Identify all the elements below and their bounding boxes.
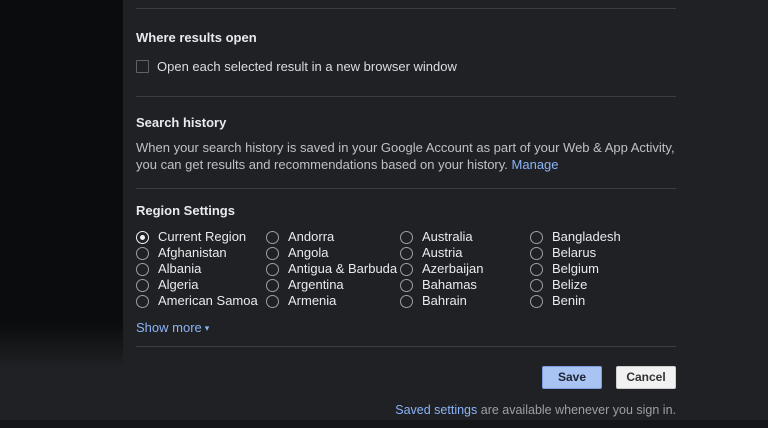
region-grid: Current Region Afghanistan Albania Algeria A… — [136, 231, 676, 307]
region-radio-belarus[interactable]: Belarus — [530, 247, 676, 259]
radio-icon[interactable] — [266, 263, 279, 276]
region-column: Current Region Afghanistan Albania Algeria A… — [136, 231, 266, 307]
region-radio-antigua-barbuda[interactable]: Antigua & Barbuda — [266, 263, 400, 275]
region-radio-bahrain[interactable]: Bahrain — [400, 295, 530, 307]
bottom-black-edge — [0, 420, 768, 428]
search-history-description: When your search history is saved in you… — [136, 139, 676, 173]
region-radio-belize[interactable]: Belize — [530, 279, 676, 291]
checkbox-icon[interactable] — [136, 60, 149, 73]
region-radio-azerbaijan[interactable]: Azerbaijan — [400, 263, 530, 275]
region-radio-argentina[interactable]: Argentina — [266, 279, 400, 291]
signin-caption-text: are available whenever you sign in. — [477, 403, 676, 417]
region-radio-angola[interactable]: Angola — [266, 247, 400, 259]
region-radio-label: Armenia — [288, 295, 336, 307]
show-more-label: Show more — [136, 320, 202, 335]
region-radio-label: Austria — [422, 247, 462, 259]
radio-icon[interactable] — [530, 263, 543, 276]
where-results-open-heading: Where results open — [136, 30, 676, 45]
region-radio-label: Angola — [288, 247, 328, 259]
radio-icon[interactable] — [136, 279, 149, 292]
region-radio-australia[interactable]: Australia — [400, 231, 530, 243]
radio-icon[interactable] — [400, 247, 413, 260]
region-radio-label: Current Region — [158, 231, 246, 243]
region-radio-bahamas[interactable]: Bahamas — [400, 279, 530, 291]
region-radio-label: Afghanistan — [158, 247, 227, 259]
chevron-down-icon: ▾ — [205, 323, 210, 333]
divider — [136, 8, 676, 9]
radio-icon[interactable] — [400, 295, 413, 308]
radio-icon[interactable] — [400, 231, 413, 244]
region-radio-andorra[interactable]: Andorra — [266, 231, 400, 243]
region-radio-austria[interactable]: Austria — [400, 247, 530, 259]
region-radio-current-region[interactable]: Current Region — [136, 231, 266, 243]
region-column: Andorra Angola Antigua & Barbuda Argentina A… — [266, 231, 400, 307]
region-radio-label: Bangladesh — [552, 231, 621, 243]
divider — [136, 96, 676, 97]
search-history-heading: Search history — [136, 115, 676, 130]
region-radio-american-samoa[interactable]: American Samoa — [136, 295, 266, 307]
region-radio-label: Bahrain — [422, 295, 467, 307]
region-radio-label: Bahamas — [422, 279, 477, 291]
region-radio-belgium[interactable]: Belgium — [530, 263, 676, 275]
region-radio-label: Belgium — [552, 263, 599, 275]
radio-icon[interactable] — [530, 247, 543, 260]
settings-content: Where results open Open each selected re… — [136, 0, 676, 418]
region-column: Australia Austria Azerbaijan Bahamas Bahrain — [400, 231, 530, 307]
region-radio-label: Belarus — [552, 247, 596, 259]
region-column: Bangladesh Belarus Belgium Belize Benin — [530, 231, 676, 307]
radio-icon[interactable] — [136, 231, 149, 244]
manage-link[interactable]: Manage — [512, 157, 559, 172]
radio-icon[interactable] — [266, 279, 279, 292]
new-window-checkbox-label: Open each selected result in a new brows… — [157, 59, 457, 74]
region-radio-label: Antigua & Barbuda — [288, 263, 397, 275]
left-black-panel — [0, 0, 123, 368]
radio-icon[interactable] — [530, 295, 543, 308]
region-radio-label: Argentina — [288, 279, 344, 291]
new-window-checkbox-row[interactable]: Open each selected result in a new brows… — [136, 59, 676, 74]
region-radio-label: Belize — [552, 279, 587, 291]
radio-icon[interactable] — [266, 295, 279, 308]
save-button[interactable]: Save — [542, 366, 602, 389]
action-buttons: Save Cancel — [136, 366, 676, 389]
divider — [136, 346, 676, 347]
radio-icon[interactable] — [136, 263, 149, 276]
saved-settings-link[interactable]: Saved settings — [395, 403, 477, 417]
region-radio-label: Algeria — [158, 279, 198, 291]
show-more-link[interactable]: Show more▾ — [136, 320, 209, 336]
radio-icon[interactable] — [136, 295, 149, 308]
radio-icon[interactable] — [400, 263, 413, 276]
region-radio-afghanistan[interactable]: Afghanistan — [136, 247, 266, 259]
radio-icon[interactable] — [266, 231, 279, 244]
signin-caption: Saved settings are available whenever yo… — [136, 403, 676, 418]
radio-icon[interactable] — [266, 247, 279, 260]
region-settings-heading: Region Settings — [136, 203, 676, 218]
region-radio-label: Andorra — [288, 231, 334, 243]
radio-icon[interactable] — [530, 231, 543, 244]
region-radio-label: Azerbaijan — [422, 263, 483, 275]
region-radio-albania[interactable]: Albania — [136, 263, 266, 275]
radio-icon[interactable] — [400, 279, 413, 292]
region-radio-bangladesh[interactable]: Bangladesh — [530, 231, 676, 243]
region-radio-label: Albania — [158, 263, 201, 275]
divider — [136, 188, 676, 189]
radio-icon[interactable] — [136, 247, 149, 260]
cancel-button[interactable]: Cancel — [616, 366, 676, 389]
region-radio-benin[interactable]: Benin — [530, 295, 676, 307]
region-radio-label: Benin — [552, 295, 585, 307]
region-radio-label: American Samoa — [158, 295, 258, 307]
radio-icon[interactable] — [530, 279, 543, 292]
search-history-text: When your search history is saved in you… — [136, 140, 675, 172]
region-radio-armenia[interactable]: Armenia — [266, 295, 400, 307]
region-radio-algeria[interactable]: Algeria — [136, 279, 266, 291]
region-radio-label: Australia — [422, 231, 473, 243]
